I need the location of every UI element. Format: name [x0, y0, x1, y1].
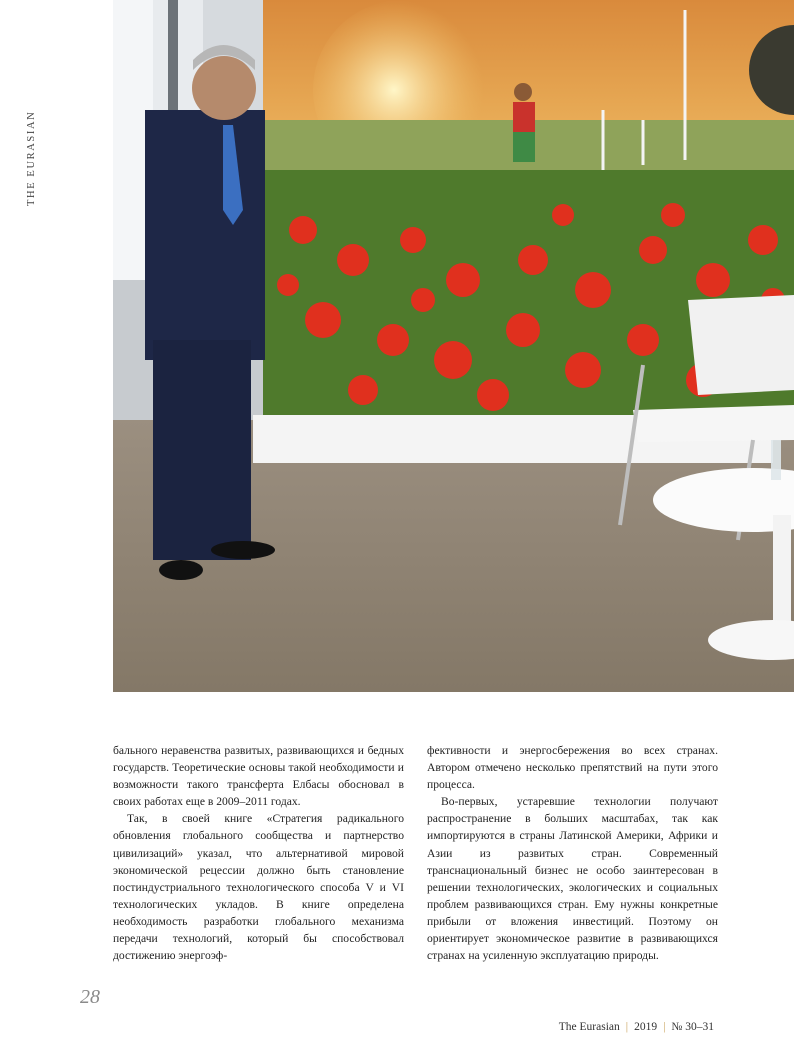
footer-separator: |	[663, 1021, 666, 1033]
brand-vertical-label: THE EURASIAN	[26, 110, 37, 206]
paragraph: Так, в своей книге «Стратегия радикально…	[113, 812, 404, 963]
left-text-column: бального неравенства развитых, развивающ…	[113, 742, 404, 964]
page-number: 28	[80, 986, 100, 1008]
footer: The Eurasian | 2019 | № 30–31	[559, 1021, 714, 1033]
paragraph: фективности и энергосбережения во всех с…	[427, 744, 718, 792]
footer-magazine-name: The Eurasian	[558, 1021, 620, 1033]
footer-issue: № 30–31	[671, 1021, 714, 1033]
footer-separator: |	[625, 1021, 629, 1033]
article-photo	[113, 0, 794, 692]
paragraph: Во-первых, устаревшие технологии получаю…	[427, 795, 718, 963]
right-text-column: фективности и энергосбережения во всех с…	[427, 742, 718, 964]
footer-year: 2019	[634, 1021, 658, 1033]
paragraph: бального неравенства развитых, развивающ…	[113, 744, 404, 809]
